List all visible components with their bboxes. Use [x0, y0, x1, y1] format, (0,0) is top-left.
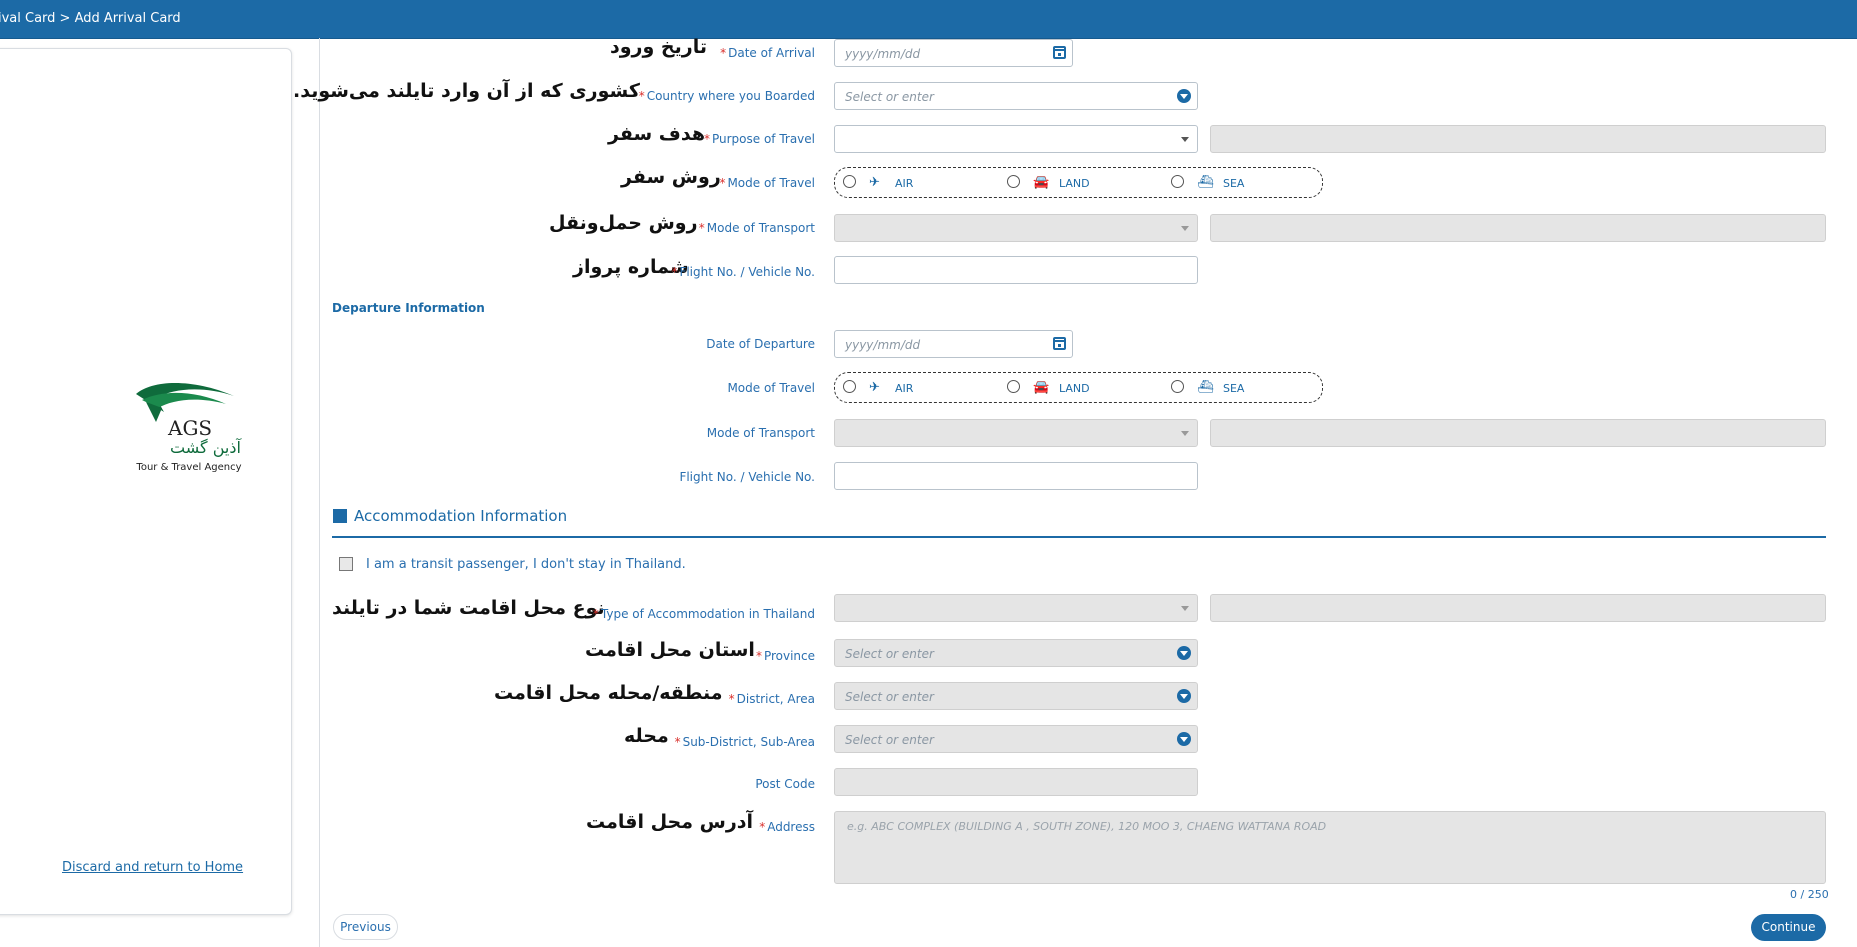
mode-transport-label: * Mode of Transport [698, 221, 815, 235]
car-icon: 🚘 [1033, 175, 1050, 190]
caret-down-icon [1181, 431, 1189, 436]
date-of-arrival-input[interactable]: yyyy/mm/dd [834, 39, 1073, 67]
country-boarded-label: * Country where you Boarded [638, 89, 815, 103]
province-select[interactable]: Select or enter [834, 639, 1198, 667]
top-bar: ival Card > Add Arrival Card [0, 0, 1857, 39]
section-divider [332, 536, 1826, 538]
purpose-select[interactable] [834, 125, 1198, 153]
date-of-departure-label: Date of Departure [706, 337, 815, 351]
date-of-arrival-label: * Date of Arrival [720, 46, 815, 60]
accommodation-type-other-input [1210, 594, 1826, 622]
logo-persian-name: آذین گشت [170, 438, 241, 457]
logo-tagline: Tour & Travel Agency [136, 462, 242, 473]
chevron-down-icon[interactable] [1177, 89, 1191, 103]
car-icon: 🚘 [1033, 380, 1050, 395]
ship-icon: ⛴ [1197, 175, 1214, 190]
building-icon [333, 509, 347, 523]
departure-flight-no-input[interactable] [834, 462, 1198, 490]
calendar-icon[interactable] [1053, 46, 1066, 59]
subdistrict-select[interactable]: Select or enter [834, 725, 1198, 753]
address-label: * Address [759, 820, 815, 834]
postcode-input [834, 768, 1198, 796]
purpose-fa-label: هدف سفر [608, 123, 706, 145]
sidebar-panel [0, 48, 292, 915]
purpose-other-input [1210, 125, 1826, 153]
province-label: * Province [755, 649, 815, 663]
district-label: * District, Area [728, 692, 815, 706]
discard-link[interactable]: Discard and return to Home [62, 860, 243, 875]
departure-mode-transport-other-input [1210, 419, 1826, 447]
caret-down-icon [1181, 137, 1189, 142]
departure-mode-transport-select [834, 419, 1198, 447]
mode-travel-radio-group: ✈ AIR 🚘 LAND ⛴ SEA [834, 167, 1323, 198]
chevron-down-icon[interactable] [1177, 732, 1191, 746]
transit-checkbox-label[interactable]: I am a transit passenger, I don't stay i… [366, 557, 686, 572]
mode-travel-label: * Mode of Travel [719, 176, 815, 190]
district-select[interactable]: Select or enter [834, 682, 1198, 710]
caret-down-icon [1181, 226, 1189, 231]
postcode-label: Post Code [755, 777, 815, 791]
date-of-departure-input[interactable]: yyyy/mm/dd [834, 330, 1073, 358]
departure-flight-no-label: Flight No. / Vehicle No. [679, 470, 815, 484]
chevron-down-icon[interactable] [1177, 646, 1191, 660]
country-boarded-select[interactable]: Select or enter [834, 82, 1198, 110]
date-of-arrival-fa-label: تاریخ ورود [610, 36, 707, 58]
province-fa-label: استان محل اقامت [585, 639, 755, 661]
transit-checkbox[interactable] [339, 557, 353, 571]
mode-transport-select [834, 214, 1198, 242]
accommodation-section-title: Accommodation Information [354, 507, 568, 525]
calendar-icon[interactable] [1053, 337, 1066, 350]
departure-mode-transport-label: Mode of Transport [706, 426, 815, 440]
purpose-label: * Purpose of Travel [703, 132, 815, 146]
mode-transport-other-input [1210, 214, 1826, 242]
breadcrumb: ival Card > Add Arrival Card [0, 11, 181, 26]
address-fa-label: آدرس محل اقامت [586, 811, 754, 833]
accommodation-type-label: * Type of Accommodation in Thailand [592, 607, 815, 621]
previous-button[interactable]: Previous [333, 914, 398, 940]
country-boarded-fa-label: کشوری که از آن وارد تایلند می‌شوید. [293, 80, 640, 102]
mode-travel-fa-label: روش سفر [621, 166, 721, 188]
departure-mode-travel-radio-group: ✈ AIR 🚘 LAND ⛴ SEA [834, 372, 1323, 403]
mode-transport-fa-label: روش حمل‌ونقل [549, 212, 698, 234]
ship-icon: ⛴ [1197, 380, 1214, 395]
accommodation-type-select [834, 594, 1198, 622]
district-fa-label: منطقه/محله محل اقامت [494, 682, 723, 704]
chevron-down-icon[interactable] [1177, 689, 1191, 703]
continue-button[interactable]: Continue [1751, 914, 1826, 941]
flight-no-input[interactable] [834, 256, 1198, 284]
ags-logo: AGS آذین گشت Tour & Travel Agency [134, 382, 244, 478]
departure-mode-travel-label: Mode of Travel [727, 381, 815, 395]
caret-down-icon [1181, 606, 1189, 611]
airplane-icon: ✈ [869, 380, 880, 395]
address-textarea[interactable]: e.g. ABC COMPLEX (BUILDING A , SOUTH ZON… [834, 811, 1826, 884]
logo-brand: AGS [168, 416, 213, 440]
airplane-icon: ✈ [869, 175, 880, 190]
subdistrict-label: * Sub-District, Sub-Area [674, 735, 815, 749]
accommodation-type-fa-label: نوع محل اقامت شما در تایلند [332, 597, 605, 619]
subdistrict-fa-label: محله [624, 725, 669, 747]
address-char-counter: 0 / 250 [1790, 888, 1829, 901]
departure-section-title: Departure Information [332, 301, 485, 315]
flight-no-label: * Flight No. / Vehicle No. [671, 265, 815, 279]
